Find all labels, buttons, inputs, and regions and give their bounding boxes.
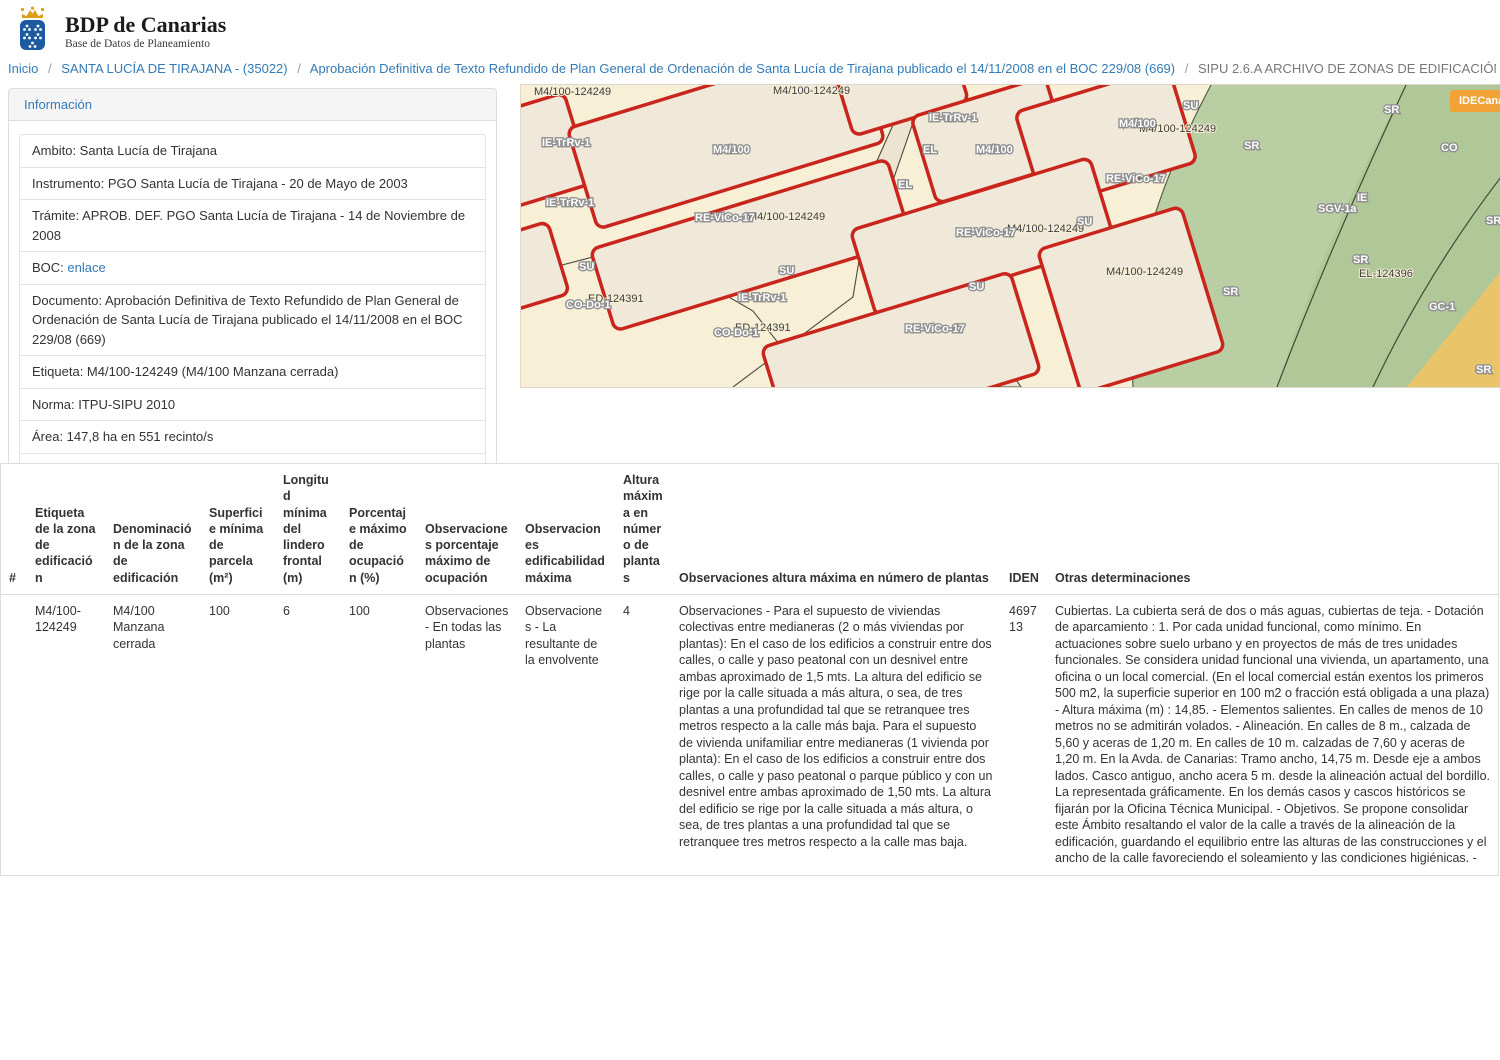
col-header-altura: Altura máxima en número de plantas (615, 464, 671, 594)
breadcrumb-link-documento[interactable]: Aprobación Definitiva de Texto Refundido… (310, 61, 1175, 76)
planning-map[interactable]: M4/100-124249 M4/100-124249 M4/100-124249 M… (520, 84, 1500, 388)
map-zone-label: M4/100-124249 (748, 211, 825, 223)
info-panel: Información Ambito: Santa Lucía de Tiraj… (8, 88, 497, 500)
col-header-iden: IDEN (1001, 464, 1047, 594)
cell-etiqueta: M4/100-124249 (27, 594, 105, 875)
col-header-porcentaje: Porcentaje máximo de ocupación (%) (341, 464, 417, 594)
map-zone-label: M4/100-124249 (534, 86, 611, 98)
map-zone-label: M4/100 (713, 144, 750, 156)
breadcrumb-separator: / (48, 61, 52, 76)
idecanarias-badge[interactable]: IDECanarias (1450, 90, 1500, 112)
col-header-obs-altura: Observaciones altura máxima en número de… (671, 464, 1001, 594)
info-row-boc: BOC: enlace (20, 251, 485, 284)
col-header-etiqueta: Etiqueta de la zona de edificación (27, 464, 105, 594)
map-zone-label: IE-TrRv-1 (738, 292, 786, 304)
map-zone-label: EL-124396 (1359, 268, 1413, 280)
info-list: Ambito: Santa Lucía de Tirajana Instrume… (19, 134, 486, 486)
info-row-norma: Norma: ITPU-SIPU 2010 (20, 388, 485, 421)
table-row: M4/100-124249 M4/100 Manzana cerrada 100… (1, 594, 1498, 875)
col-header-obs-edificabilidad: Observaciones edificabilidad máxima (517, 464, 615, 594)
table-header-row: # Etiqueta de la zona de edificación Den… (1, 464, 1498, 594)
info-panel-body: Ambito: Santa Lucía de Tirajana Instrume… (9, 121, 496, 499)
cell-porcentaje: 100 (341, 594, 417, 875)
info-row-etiqueta: Etiqueta: M4/100-124249 (M4/100 Manzana … (20, 355, 485, 388)
logo-text: BDP de Canarias Base de Datos de Planeam… (65, 13, 226, 50)
info-row-tramite: Trámite: APROB. DEF. PGO Santa Lucía de … (20, 199, 485, 251)
cell-altura: 4 (615, 594, 671, 875)
map-zone-label: M4/100 (1119, 118, 1156, 130)
map-zone-label: M4/100 (976, 144, 1013, 156)
map-zone-label: EL (923, 144, 937, 156)
map-zone-label: SR (1244, 140, 1259, 152)
map-zone-label: SU (1077, 216, 1092, 228)
cell-iden: 469713 (1001, 594, 1047, 875)
info-panel-title: Información (9, 89, 496, 121)
breadcrumb-separator: / (297, 61, 301, 76)
cell-obs-edificabilidad: Observaciones - La resultante de la envo… (517, 594, 615, 875)
cell-superficie: 100 (201, 594, 275, 875)
zoning-table: # Etiqueta de la zona de edificación Den… (1, 464, 1498, 875)
planning-map-canvas: M4/100-124249 M4/100-124249 M4/100-124249 M… (521, 85, 1500, 387)
col-header-index: # (1, 464, 27, 594)
boc-label: BOC: (32, 260, 64, 275)
map-zone-label: SU (579, 261, 594, 273)
map-zone-label: M4/100-124249 (773, 85, 850, 97)
breadcrumb-separator: / (1185, 61, 1189, 76)
page: BDP de Canarias Base de Datos de Planeam… (0, 0, 1500, 1060)
col-header-otras: Otras determinaciones (1047, 464, 1498, 594)
breadcrumb-link-inicio[interactable]: Inicio (8, 61, 38, 76)
map-zone-label: CO-Do-1 (714, 327, 759, 339)
map-zone-label: EL (898, 179, 912, 191)
map-zone-label: IE-TrRv-1 (546, 197, 594, 209)
boc-link[interactable]: enlace (67, 260, 105, 275)
cell-denominacion: M4/100 Manzana cerrada (105, 594, 201, 875)
map-zone-label: SU (779, 265, 794, 277)
info-row-area: Área: 147,8 ha en 551 recinto/s (20, 420, 485, 453)
map-zone-label: SR (1353, 254, 1368, 266)
map-zone-label: SR (1384, 104, 1399, 116)
cell-otras: Cubiertas. La cubierta será de dos o más… (1047, 594, 1498, 875)
info-row-ambito: Ambito: Santa Lucía de Tirajana (20, 135, 485, 167)
map-zone-label: CO-Do-1 (566, 299, 611, 311)
cell-obs-ocupacion: Observaciones - En todas las plantas (417, 594, 517, 875)
map-zone-label: RE-ViCo-17 (695, 212, 755, 224)
app-logo[interactable] (10, 5, 56, 58)
map-zone-label: GC-1 (1429, 301, 1455, 313)
app-subtitle: Base de Datos de Planeamiento (65, 38, 226, 50)
breadcrumb-link-municipio[interactable]: SANTA LUCÍA DE TIRAJANA - (35022) (61, 61, 287, 76)
cell-index (1, 594, 27, 875)
map-zone-label: RE-ViCo-17 (956, 227, 1016, 239)
cell-obs-altura: Observaciones - Para el supuesto de vivi… (671, 594, 1001, 875)
map-zone-label: M4/100-124249 (1007, 223, 1084, 235)
col-header-superficie: Superficie mínima de parcela (m²) (201, 464, 275, 594)
app-header: BDP de Canarias Base de Datos de Planeam… (10, 5, 226, 58)
map-zone-label: IE-TrRv-1 (929, 112, 977, 124)
cell-longitud: 6 (275, 594, 341, 875)
map-zone-label: CO (1441, 142, 1458, 154)
col-header-denominacion: Denominación de la zona de edificación (105, 464, 201, 594)
canarias-coat-of-arms-icon (10, 5, 56, 53)
map-zone-label: M4/100-124249 (1106, 266, 1183, 278)
map-zone-label: SR (1476, 364, 1491, 376)
breadcrumb-current: SIPU 2.6.A ARCHIVO DE ZONAS DE EDIFICACI… (1198, 61, 1496, 76)
map-zone-label: IE (1357, 192, 1367, 204)
map-zone-label: SR (1486, 215, 1500, 227)
col-header-obs-ocupacion: Observaciones porcentaje máximo de ocupa… (417, 464, 517, 594)
map-zone-label: IE-TrRv-1 (542, 137, 590, 149)
map-zone-label: SU (969, 281, 984, 293)
map-zone-label: RE-ViCo-17 (1106, 173, 1166, 185)
map-zone-label: SR (1223, 286, 1238, 298)
map-zone-label: RE-ViCo-17 (905, 323, 965, 335)
app-title: BDP de Canarias (65, 13, 226, 37)
col-header-longitud: Longitud mínima del lindero frontal (m) (275, 464, 341, 594)
map-zone-label: SU (1183, 100, 1198, 112)
breadcrumb: Inicio / SANTA LUCÍA DE TIRAJANA - (3502… (8, 61, 1496, 76)
info-row-documento: Documento: Aprobación Definitiva de Text… (20, 284, 485, 356)
info-row-instrumento: Instrumento: PGO Santa Lucía de Tirajana… (20, 167, 485, 200)
zoning-table-panel: # Etiqueta de la zona de edificación Den… (0, 463, 1499, 876)
map-zone-label: SGV-1a (1318, 203, 1357, 215)
